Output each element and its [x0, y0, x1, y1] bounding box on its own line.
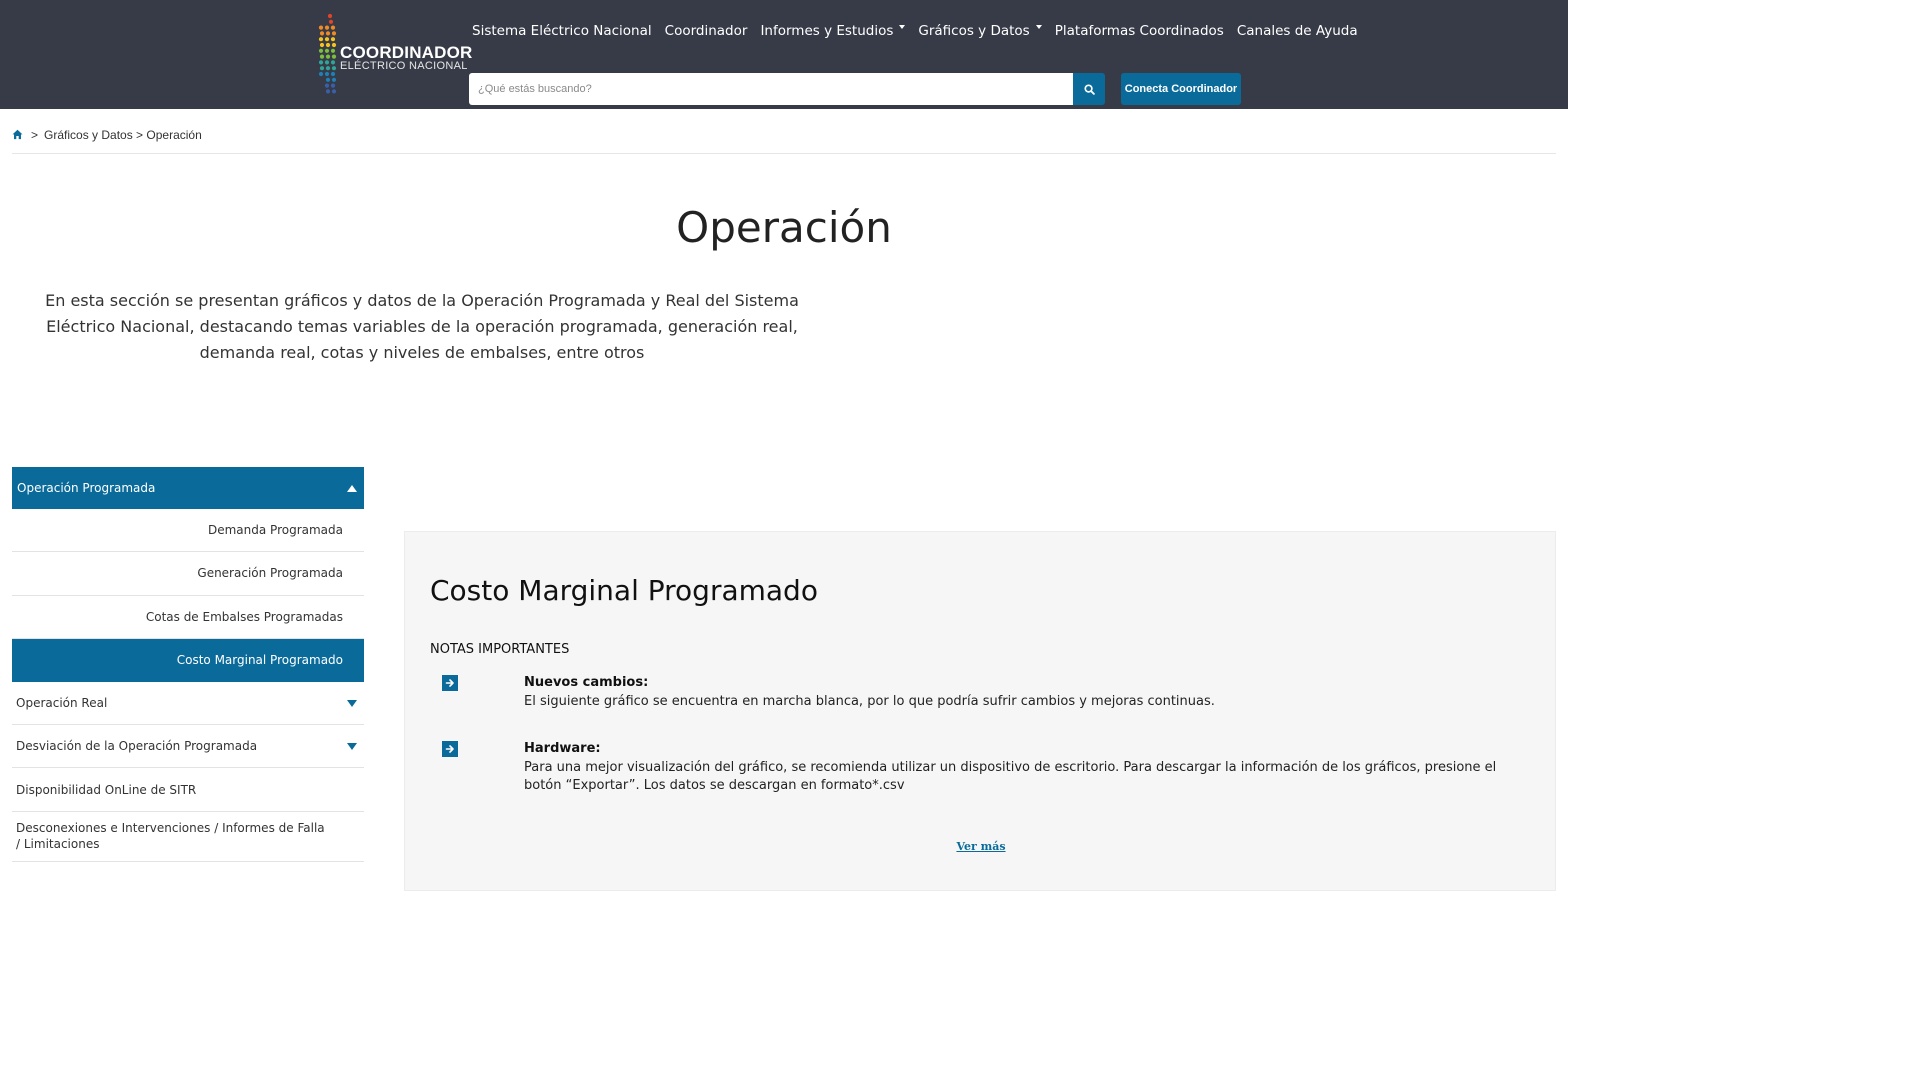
- sidebar-item-label: Demanda Programada: [207, 523, 343, 538]
- logo-dot: [324, 71, 330, 77]
- logo-dot: [318, 60, 324, 65]
- content-panel: Costo Marginal Programado NOTAS IMPORTAN…: [404, 531, 1556, 891]
- side-menu: Operación Programada Demanda Programada …: [12, 467, 364, 862]
- search-button[interactable]: [1073, 73, 1105, 105]
- sidebar-section-operacion-programada[interactable]: Operación Programada: [12, 467, 364, 509]
- sidebar-section-label: Operación Programada: [17, 481, 156, 495]
- logo-dot: [331, 42, 337, 48]
- nav-item-label: Informes y Estudios: [760, 23, 894, 39]
- logo-dot: [330, 71, 336, 77]
- page-title: Operación: [676, 203, 892, 252]
- sidebar-item-label: Operación Real: [16, 696, 108, 711]
- logo-dot: [330, 48, 336, 53]
- chevron-down-icon: [347, 699, 357, 707]
- note-text: El siguiente gráfico se encuentra en mar…: [524, 694, 1215, 709]
- logo-dot: [318, 71, 324, 77]
- logo-dot: [331, 31, 337, 36]
- note-title: Nuevos cambios:: [524, 675, 649, 690]
- search-input[interactable]: [469, 73, 1073, 105]
- breadcrumb: > Gráficos y Datos > Operación: [12, 127, 202, 143]
- search-icon: [1083, 83, 1095, 95]
- logo-dot: [318, 48, 324, 53]
- nav-item-label: Gráficos y Datos: [918, 23, 1030, 39]
- logo-dot: [328, 19, 334, 24]
- logo-dot: [331, 77, 337, 82]
- nav-item-graficos-datos[interactable]: Gráficos y Datos: [918, 23, 1042, 39]
- logo-dot: [324, 60, 330, 65]
- sidebar-item-label: Desconexiones e Intervenciones / Informe…: [16, 821, 325, 852]
- logo-dot: [318, 37, 324, 42]
- logo-dot: [324, 25, 330, 30]
- coordinador-logo[interactable]: COORDINADOR ELÉCTRICO NACIONAL: [316, 12, 472, 98]
- logo-dot: [325, 89, 331, 94]
- section-title: Costo Marginal Programado: [430, 574, 818, 607]
- logo-dot: [324, 37, 330, 42]
- sidebar-item-label: Disponibilidad OnLine de SITR: [16, 782, 197, 797]
- logo-dots-icon: [318, 13, 337, 94]
- sidebar-item-desconexiones[interactable]: Desconexiones e Intervenciones / Informe…: [12, 812, 364, 862]
- sidebar-item-cotas-embalses[interactable]: Cotas de Embalses Programadas: [12, 596, 364, 639]
- nav-item-informes-estudios[interactable]: Informes y Estudios: [760, 23, 906, 39]
- logo-dot: [325, 42, 331, 48]
- sidebar-item-disponibilidad-sitr[interactable]: Disponibilidad OnLine de SITR: [12, 768, 364, 812]
- logo-dot: [324, 48, 330, 53]
- sidebar-item-label: Desviación de la Operación Programada: [16, 739, 258, 754]
- sidebar-item-demanda-programada[interactable]: Demanda Programada: [12, 509, 364, 553]
- nav-item-sistema-electrico[interactable]: Sistema Eléctrico Nacional: [472, 23, 652, 39]
- chevron-down-icon: [347, 743, 357, 751]
- sidebar-item-operacion-real[interactable]: Operación Real: [12, 682, 364, 726]
- caret-down-icon: [899, 25, 906, 29]
- logo-dot: [319, 54, 325, 59]
- page-intro: En esta sección se presentan gráficos y …: [45, 291, 799, 362]
- logo-dot: [330, 37, 336, 42]
- sidebar-item-label: Cotas de Embalses Programadas: [145, 609, 343, 624]
- breadcrumb-divider: [12, 153, 1556, 154]
- note-title: Hardware:: [524, 741, 601, 756]
- logo-dot: [325, 54, 331, 59]
- chevron-up-icon: [347, 485, 357, 492]
- arrow-right-icon: [442, 741, 458, 757]
- sidebar-item-generacion-programada[interactable]: Generación Programada: [12, 552, 364, 596]
- ver-mas-link[interactable]: Ver más: [405, 840, 1557, 853]
- logo-dot: [325, 31, 331, 36]
- logo-subtitle: ELÉCTRICO NACIONAL: [340, 60, 468, 72]
- nav-item-label: Plataformas Coordinados: [1054, 23, 1224, 39]
- note-text: Para una mejor visualización del gráfico…: [524, 760, 1497, 793]
- nav-item-label: Canales de Ayuda: [1236, 23, 1358, 39]
- nav-item-coordinador[interactable]: Coordinador: [665, 23, 748, 39]
- logo-dot: [330, 83, 336, 88]
- logo-dot: [319, 31, 325, 36]
- nav-item-plataformas[interactable]: Plataformas Coordinados: [1055, 23, 1224, 39]
- logo-dot: [325, 77, 331, 82]
- breadcrumb-trail[interactable]: Gráficos y Datos > Operación: [44, 128, 202, 142]
- logo-dot: [331, 89, 337, 94]
- logo-dot: [318, 25, 324, 30]
- logo-dot: [319, 42, 325, 48]
- logo-dot: [330, 60, 336, 65]
- home-icon[interactable]: [12, 129, 24, 141]
- site-header: COORDINADOR ELÉCTRICO NACIONAL Sistema E…: [0, 0, 1568, 109]
- logo-dot: [327, 13, 333, 19]
- sidebar-item-label: Generación Programada: [197, 566, 343, 581]
- nav-item-canales-ayuda[interactable]: Canales de Ayuda: [1237, 23, 1358, 39]
- main-nav: Sistema Eléctrico Nacional Coordinador I…: [472, 21, 1371, 41]
- logo-dot: [330, 25, 336, 30]
- logo-dot: [331, 66, 337, 71]
- logo-dot: [325, 66, 331, 71]
- sidebar-item-label: Costo Marginal Programado: [176, 653, 343, 668]
- logo-dot: [319, 66, 325, 71]
- sidebar-item-desviacion[interactable]: Desviación de la Operación Programada: [12, 725, 364, 769]
- arrow-right-icon: [442, 675, 458, 691]
- conecta-coordinador-button[interactable]: Conecta Coordinador: [1121, 73, 1241, 105]
- notes-heading: NOTAS IMPORTANTES: [430, 642, 570, 657]
- nav-item-label: Coordinador: [664, 23, 748, 39]
- logo-dot: [324, 83, 330, 88]
- sidebar-item-costo-marginal[interactable]: Costo Marginal Programado: [12, 638, 364, 682]
- logo-dot: [331, 54, 337, 59]
- nav-item-label: Sistema Eléctrico Nacional: [472, 23, 652, 39]
- caret-down-icon: [1035, 25, 1042, 29]
- breadcrumb-separator: >: [31, 128, 39, 142]
